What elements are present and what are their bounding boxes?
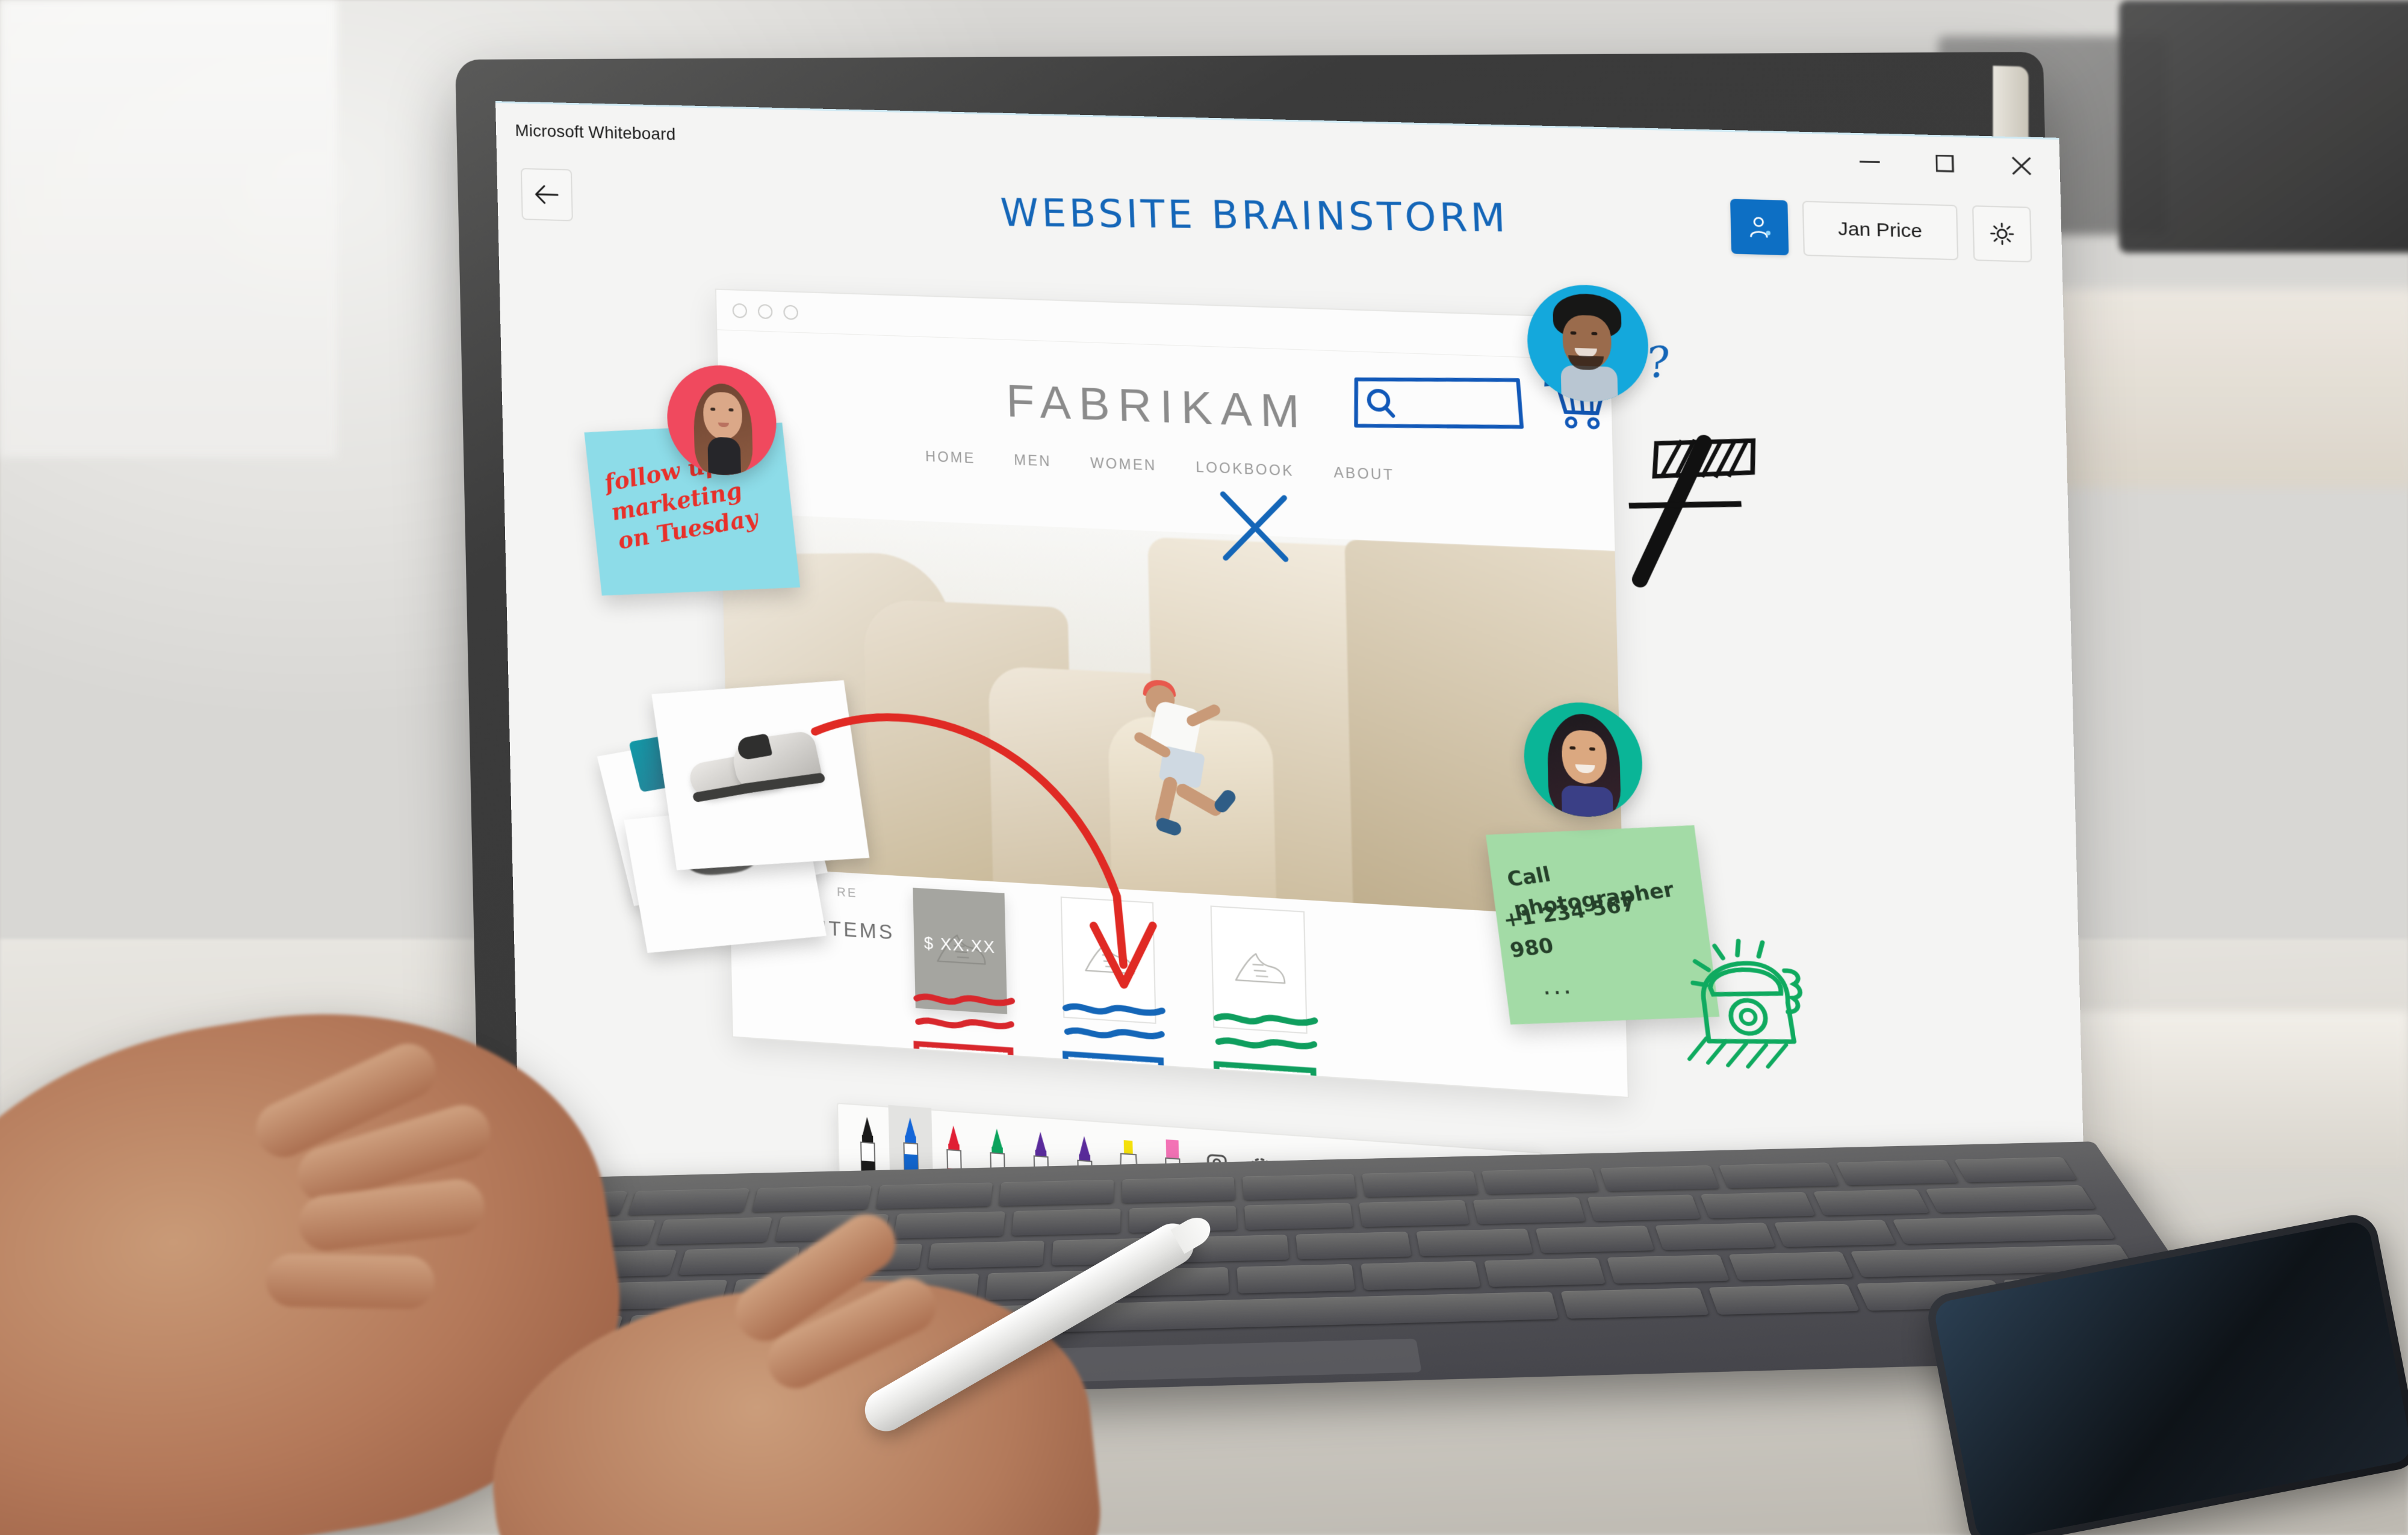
keyboard-key[interactable]: [1655, 1222, 1776, 1251]
mockup-brand: FABRIKAM: [1005, 374, 1309, 438]
keyboard-key[interactable]: [1122, 1176, 1235, 1203]
keyboard-key[interactable]: [1586, 1194, 1701, 1221]
user-name-label: Jan Price: [1837, 218, 1923, 242]
close-icon: [2011, 156, 2032, 176]
keyboard-key[interactable]: [875, 1182, 993, 1209]
nav-item-home[interactable]: HOME: [925, 448, 976, 467]
keyboard-key[interactable]: [1415, 1228, 1534, 1257]
avatar-photo: [1526, 283, 1649, 403]
keyboard-key[interactable]: [1481, 1168, 1600, 1194]
keyboard-key[interactable]: [1836, 1159, 1959, 1186]
shoe-outline-icon: [1078, 937, 1139, 984]
sticky-note-more-button[interactable]: ...: [1540, 970, 1574, 1000]
finger: [265, 1253, 435, 1310]
gear-icon: [1987, 220, 2017, 247]
top-right-actions: Jan Price: [1730, 199, 2032, 262]
minimize-button[interactable]: [1831, 141, 1908, 183]
maximize-button[interactable]: [1907, 143, 1984, 185]
keyboard-key[interactable]: [1362, 1171, 1479, 1197]
keyboard-key[interactable]: [928, 1240, 1044, 1270]
settings-button[interactable]: [1972, 205, 2032, 262]
mockup-nav: HOME MEN WOMEN LOOKBOOK ABOUT: [719, 440, 1613, 492]
share-button[interactable]: [1730, 199, 1789, 256]
share-person-icon: [1745, 212, 1771, 241]
keyboard-key[interactable]: [1925, 1185, 2096, 1213]
pen-black-icon: [854, 1116, 882, 1177]
back-arrow-icon: [533, 184, 560, 206]
user-name-button[interactable]: Jan Price: [1802, 200, 1959, 261]
browser-dot: [732, 303, 748, 318]
card-ink-annotation-green: [1208, 1006, 1331, 1098]
runner-arm: [1185, 702, 1223, 728]
laptop-screen: Microsoft Whiteboard WEBSITE BRAINSTORM …: [495, 101, 2087, 1304]
mockup-browser-bar: [716, 290, 1611, 361]
keyboard-key[interactable]: [1359, 1200, 1470, 1227]
tool-pen-black[interactable]: [845, 1102, 890, 1177]
app-title: Microsoft Whiteboard: [515, 120, 676, 144]
nav-item-women[interactable]: WOMEN: [1090, 454, 1157, 474]
keyboard-key[interactable]: [1361, 1261, 1481, 1291]
close-button[interactable]: [1983, 145, 2061, 187]
avatar-collaborator-2[interactable]: [1526, 283, 1650, 404]
keyboard-key[interactable]: [1700, 1191, 1816, 1218]
keyboard-key[interactable]: [1718, 1162, 1839, 1188]
nav-item-men[interactable]: MEN: [1014, 451, 1052, 470]
keyboard-key[interactable]: [1708, 1283, 1860, 1315]
f-monogram-sketch-icon: [1609, 380, 1793, 598]
keyboard-key[interactable]: [1953, 1157, 2078, 1183]
nav-item-lookbook[interactable]: LOOKBOOK: [1196, 459, 1294, 479]
sticky-note-photographer[interactable]: Call photographer +1 234 567 980 ...: [1486, 825, 1720, 1025]
photo-collage[interactable]: [597, 660, 932, 965]
keyboard-key[interactable]: [1535, 1225, 1655, 1254]
keyboard-key[interactable]: [1242, 1174, 1358, 1200]
keyboard-key[interactable]: [1560, 1288, 1710, 1319]
keyboard-key[interactable]: [627, 1188, 750, 1215]
keyboard-key[interactable]: [1244, 1203, 1354, 1230]
keyboard-key[interactable]: [1483, 1257, 1606, 1288]
board-title[interactable]: WEBSITE BRAINSTORM: [999, 190, 1509, 241]
photo-card-front[interactable]: [651, 680, 870, 870]
keyboard-key[interactable]: [1606, 1254, 1730, 1284]
keyboard-key[interactable]: [1295, 1231, 1412, 1260]
minimize-icon: [1859, 160, 1880, 163]
back-button[interactable]: [520, 168, 573, 222]
keyboard-key[interactable]: [1773, 1220, 1896, 1247]
maximize-icon: [1935, 155, 1955, 173]
keyboard-key[interactable]: [999, 1179, 1114, 1206]
avatar-photo: [666, 364, 777, 477]
window-controls: [1831, 141, 2060, 187]
keyboard-key[interactable]: [1600, 1165, 1719, 1191]
keyboard-key[interactable]: [1813, 1189, 1930, 1216]
hero-runner-figure: [1126, 674, 1239, 837]
whiteboard-canvas[interactable]: FABRIKAM HOME MEN WOMEN LOOKBOOK ABOUT R…: [498, 240, 2087, 1304]
keyboard-key[interactable]: [1892, 1214, 2116, 1244]
avatar-collaborator-1[interactable]: [666, 363, 778, 477]
keyboard-key[interactable]: [1011, 1208, 1121, 1236]
browser-dot: [783, 304, 799, 320]
keyboard-key[interactable]: [1728, 1251, 1854, 1281]
avatar-photo: [1523, 699, 1644, 820]
browser-dot: [757, 303, 773, 319]
nav-item-about[interactable]: ABOUT: [1333, 464, 1394, 483]
keyboard-key[interactable]: [893, 1211, 1005, 1239]
shoe-outline-icon: [1227, 946, 1289, 993]
card-ink-annotation-red: [908, 987, 1028, 1098]
whiteboard-app: Microsoft Whiteboard WEBSITE BRAINSTORM …: [495, 101, 2087, 1304]
card-ink-annotation-blue: [1057, 996, 1179, 1098]
laptop-device: Microsoft Whiteboard WEBSITE BRAINSTORM …: [0, 0, 2408, 1535]
keyboard-key[interactable]: [1472, 1197, 1586, 1224]
keyboard-key[interactable]: [656, 1217, 773, 1245]
keyboard-key[interactable]: [752, 1185, 872, 1212]
avatar-collaborator-3[interactable]: [1522, 699, 1644, 820]
keyboard-key[interactable]: [1237, 1264, 1356, 1294]
